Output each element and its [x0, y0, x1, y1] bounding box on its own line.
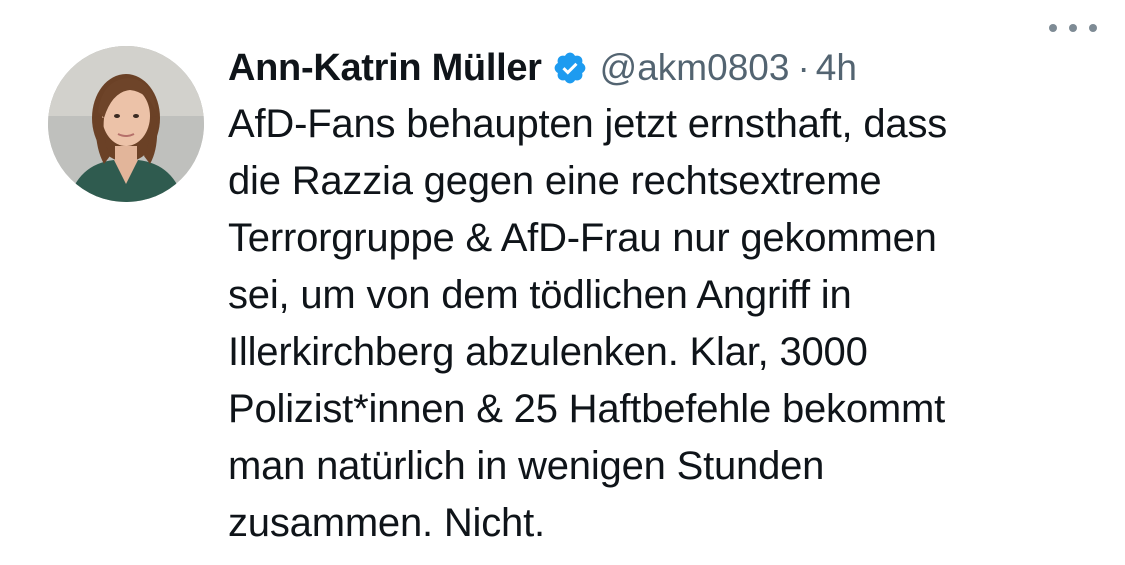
avatar-image [48, 46, 204, 202]
more-dot-icon [1089, 24, 1097, 32]
more-options-icon[interactable] [1049, 18, 1097, 38]
verified-badge-icon [552, 50, 588, 86]
separator-dot: · [797, 47, 810, 88]
author-name[interactable]: Ann-Katrin Müller [228, 47, 542, 90]
profile-avatar[interactable] [48, 46, 204, 202]
more-dot-icon [1069, 24, 1077, 32]
tweet[interactable]: Ann-Katrin Müller @akm0803 · 4h AfD-Fans… [0, 0, 1125, 565]
author-handle[interactable]: @akm0803 [600, 47, 790, 89]
tweet-header: Ann-Katrin Müller @akm0803 · 4h [228, 40, 1098, 96]
tweet-timestamp[interactable]: 4h [816, 47, 857, 89]
tweet-content: Ann-Katrin Müller @akm0803 · 4h AfD-Fans… [228, 40, 1098, 552]
tweet-text: AfD-Fans behaupten jetzt ernsthaft, dass… [228, 102, 948, 545]
more-dot-icon [1049, 24, 1057, 32]
